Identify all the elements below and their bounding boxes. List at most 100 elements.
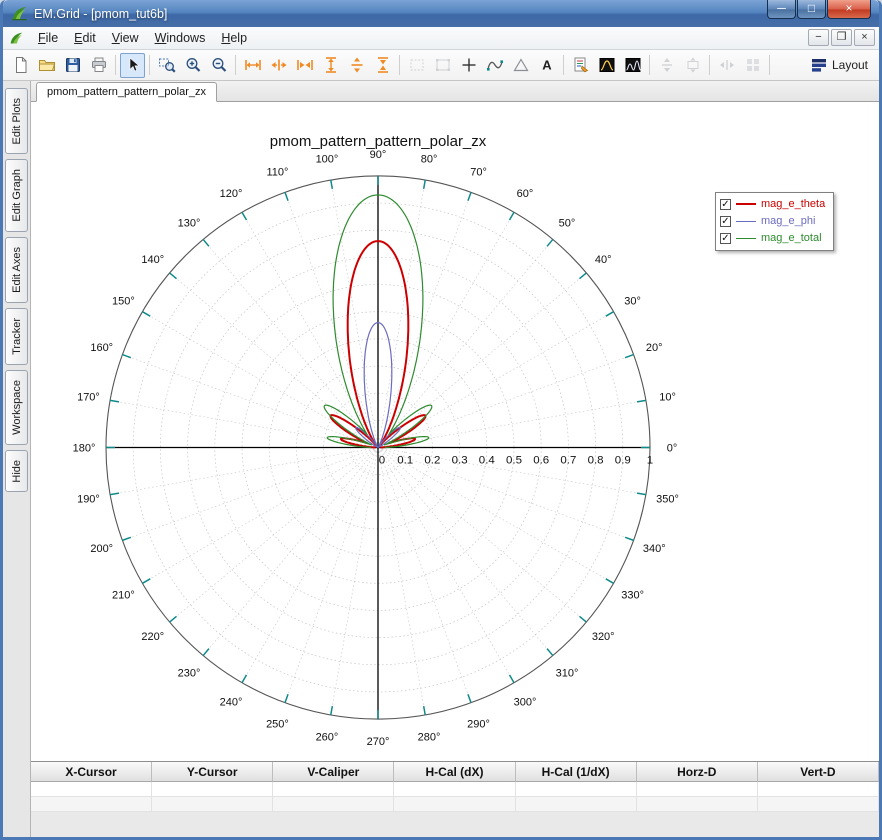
cursor-table-cell <box>31 797 152 812</box>
fit-height-button[interactable] <box>318 53 343 78</box>
scale-box-button[interactable] <box>680 53 705 78</box>
angle-tick <box>170 616 177 622</box>
expand-height-button[interactable] <box>344 53 369 78</box>
plot-style-1-button[interactable] <box>594 53 619 78</box>
angle-tick-label: 230° <box>178 667 201 679</box>
scale-vertical-button[interactable] <box>654 53 679 78</box>
polygon-tool-button[interactable] <box>508 53 533 78</box>
title-bar[interactable]: EM.Grid - [pmom_tut6b] ─ □ × <box>3 0 879 27</box>
print-icon <box>90 56 108 74</box>
region-select-2-button[interactable] <box>430 53 455 78</box>
sidebar-tab-workspace[interactable]: Workspace <box>5 370 28 445</box>
zoom-in-button[interactable] <box>180 53 205 78</box>
mdi-close-button[interactable]: × <box>854 29 875 46</box>
select-cursor-button[interactable] <box>120 53 145 78</box>
sidebar-tab-edit-plots[interactable]: Edit Plots <box>5 88 28 154</box>
plot-style-2-button[interactable] <box>620 53 645 78</box>
text-tool-button[interactable]: A <box>534 53 559 78</box>
legend-entry-mag_e_theta: ✓mag_e_theta <box>720 196 825 213</box>
legend-checkbox-mag_e_phi[interactable]: ✓ <box>720 216 731 227</box>
angle-tick-label: 240° <box>220 697 243 709</box>
polar-grid-spoke <box>378 447 553 655</box>
fit-height-icon <box>322 56 340 74</box>
legend-line-sample <box>736 203 756 205</box>
angle-tick-label: 350° <box>656 493 679 505</box>
shrink-width-button[interactable] <box>292 53 317 78</box>
expand-width-button[interactable] <box>266 53 291 78</box>
sidebar-tab-hide[interactable]: Hide <box>5 450 28 493</box>
maximize-button[interactable]: □ <box>797 0 826 19</box>
legend-entry-mag_e_phi: ✓ mag_e_phi <box>720 213 825 230</box>
region-select-button[interactable] <box>404 53 429 78</box>
open-folder-button[interactable] <box>34 53 59 78</box>
sidebar-tab-tracker[interactable]: Tracker <box>5 308 28 365</box>
angle-tick <box>424 706 426 715</box>
polar-grid-spoke <box>378 447 614 583</box>
cursor-column-h-cal-dx-: H-Cal (dX) <box>394 762 515 782</box>
menu-help[interactable]: Help <box>213 29 255 47</box>
new-file-button[interactable] <box>8 53 33 78</box>
cursor-table-cell <box>31 782 152 797</box>
polar-grid-spoke <box>378 447 514 682</box>
angle-tick <box>331 706 333 715</box>
zoom-out-icon <box>210 56 228 74</box>
shrink-width-icon <box>296 56 314 74</box>
print-button[interactable] <box>86 53 111 78</box>
sidebar-tab-edit-graph[interactable]: Edit Graph <box>5 159 28 232</box>
minimize-button[interactable]: ─ <box>767 0 796 19</box>
cursor-table-row <box>31 797 879 812</box>
expand-width-icon <box>270 56 288 74</box>
curve-tool-button[interactable] <box>482 53 507 78</box>
sidebar-tab-edit-axes[interactable]: Edit Axes <box>5 237 28 303</box>
angle-tick-label: 40° <box>595 254 612 266</box>
legend-label: mag_e_phi <box>761 215 815 227</box>
legend-checkbox-mag_e_total[interactable]: ✓ <box>720 233 731 244</box>
page-style-button[interactable] <box>568 53 593 78</box>
angle-tick-label: 10° <box>659 391 676 403</box>
toolbar-separator <box>149 55 150 75</box>
sidebar-tab-label: Hide <box>11 460 23 483</box>
angle-tick <box>547 649 553 656</box>
menu-windows[interactable]: Windows <box>147 29 214 47</box>
cursor-table-cell <box>152 782 273 797</box>
menu-file[interactable]: File <box>30 29 66 47</box>
zoom-out-button[interactable] <box>206 53 231 78</box>
shrink-height-button[interactable] <box>370 53 395 78</box>
radial-tick-label: 0.1 <box>397 454 413 466</box>
cursor-column-horz-d: Horz-D <box>637 762 758 782</box>
angle-tick-label: 90° <box>370 149 387 161</box>
save-button[interactable] <box>60 53 85 78</box>
toolbar-separator <box>563 55 564 75</box>
angle-tick-label: 110° <box>266 167 288 179</box>
close-button[interactable]: × <box>827 0 871 19</box>
angle-tick-label: 20° <box>646 342 663 354</box>
angle-tick-label: 340° <box>643 543 666 555</box>
menu-edit[interactable]: Edit <box>66 29 104 47</box>
mdi-restore-button[interactable]: ❐ <box>831 29 852 46</box>
menu-app-icon <box>9 31 24 46</box>
angle-tick-label: 260° <box>316 732 339 744</box>
angle-tick-label: 310° <box>556 667 579 679</box>
grid-toggle-button[interactable] <box>740 53 765 78</box>
cursor-column-y-cursor: Y-Cursor <box>152 762 273 782</box>
polar-grid-spoke <box>378 447 425 714</box>
layout-button[interactable]: Layout <box>804 53 874 78</box>
window-title: EM.Grid - [pmom_tut6b] <box>34 7 167 21</box>
open-folder-icon <box>38 56 56 74</box>
tab-pmom-pattern-polar-zx[interactable]: pmom_pattern_pattern_polar_zx <box>36 82 217 102</box>
cursor-column-h-cal-1-dx-: H-Cal (1/dX) <box>516 762 637 782</box>
save-icon <box>64 56 82 74</box>
angle-tick <box>122 355 130 358</box>
fit-width-button[interactable] <box>240 53 265 78</box>
radial-tick-label: 0.3 <box>452 454 468 466</box>
crosshair-button[interactable] <box>456 53 481 78</box>
mdi-minimize-button[interactable]: − <box>808 29 829 46</box>
menu-view[interactable]: View <box>104 29 147 47</box>
polygon-tool-icon <box>512 56 530 74</box>
angle-tick-label: 80° <box>421 153 438 165</box>
zoom-region-button[interactable] <box>154 53 179 78</box>
legend-checkbox-mag_e_theta[interactable]: ✓ <box>720 199 731 210</box>
polar-plot-area[interactable]: pmom_pattern_pattern_polar_zx 0°10°20°30… <box>31 102 879 761</box>
angle-tick <box>203 239 209 246</box>
scale-horizontal-button[interactable] <box>714 53 739 78</box>
